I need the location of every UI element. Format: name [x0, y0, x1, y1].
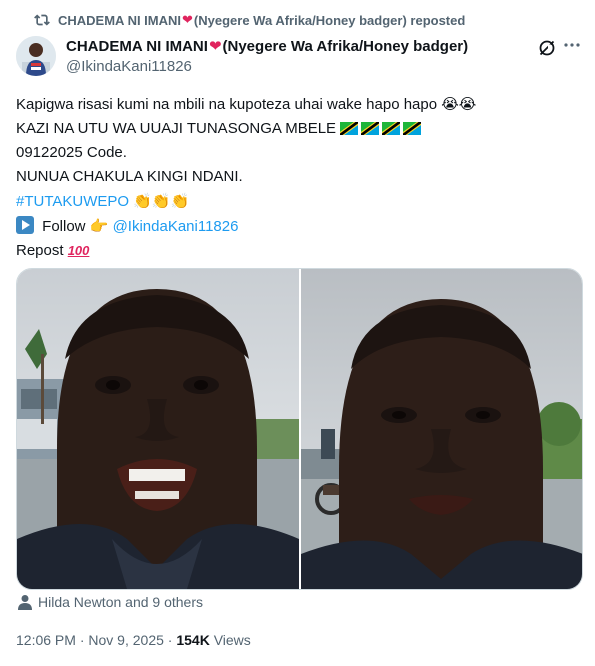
play-button-icon — [16, 216, 34, 234]
media-grid — [16, 268, 583, 590]
tweet-time[interactable]: 12:06 PM — [16, 632, 76, 648]
tweet-text: Kapigwa risasi kumi na mbili na kupoteza… — [16, 92, 581, 263]
author-name[interactable]: CHADEMA NI IMANI — [66, 38, 208, 55]
author-name-row[interactable]: CHADEMA NI IMANI ❤ (Nyegere Wa Afrika/Ho… — [66, 37, 469, 56]
repost-header[interactable]: CHADEMA NI IMANI ❤ (Nyegere Wa Afrika/Ho… — [34, 12, 465, 28]
author-name-suffix[interactable]: (Nyegere Wa Afrika/Honey badger) — [223, 38, 469, 55]
mention-link[interactable]: @IkindaKani11826 — [113, 218, 239, 235]
liked-by-text[interactable]: Hilda Newton and 9 others — [38, 594, 203, 610]
hashtag-link[interactable]: #TUTAKUWEPO — [16, 193, 129, 210]
tweet-line-4: NUNUA CHAKULA KINGI NDANI. — [16, 168, 243, 185]
repost-suffix: (Nyegere Wa Afrika/Honey badger) reposte… — [193, 12, 466, 28]
crying-face-icon: 😭😭 — [441, 95, 477, 113]
tweet-date[interactable]: Nov 9, 2025 — [88, 632, 164, 648]
heart-icon: ❤ — [208, 38, 222, 55]
more-icon[interactable] — [563, 36, 581, 54]
liked-by[interactable]: Hilda Newton and 9 others — [18, 594, 203, 610]
tweet-line-2: KAZI NA UTU WA UUAJI TUNASONGA MBELE — [16, 120, 337, 137]
clapping-hands-icon: 👏👏👏 — [133, 192, 190, 210]
person-icon — [18, 595, 32, 610]
hundred-points-icon: 100 — [67, 243, 90, 258]
media-image-1[interactable] — [17, 269, 299, 589]
repost-name: CHADEMA NI IMANI — [58, 12, 182, 28]
follow-text: Follow — [42, 218, 86, 235]
grok-icon[interactable] — [537, 38, 557, 58]
tweet-meta: 12:06 PM · Nov 9, 2025 · 154K Views — [16, 632, 251, 648]
pointing-hand-icon: 👉 — [89, 217, 109, 235]
heart-icon: ❤ — [182, 12, 193, 27]
tanzania-flag-icon — [340, 120, 424, 137]
views-label: Views — [213, 632, 251, 648]
tweet-line-1: Kapigwa risasi kumi na mbili na kupoteza… — [16, 96, 438, 113]
views-count: 154K — [176, 632, 210, 648]
avatar[interactable] — [16, 36, 56, 76]
repost-icon — [34, 14, 50, 26]
media-image-2[interactable] — [300, 269, 582, 589]
tweet-line-3: 09122025 Code. — [16, 144, 127, 161]
repost-text: Repost — [16, 242, 64, 259]
author-handle[interactable]: @IkindaKani11826 — [66, 58, 192, 75]
